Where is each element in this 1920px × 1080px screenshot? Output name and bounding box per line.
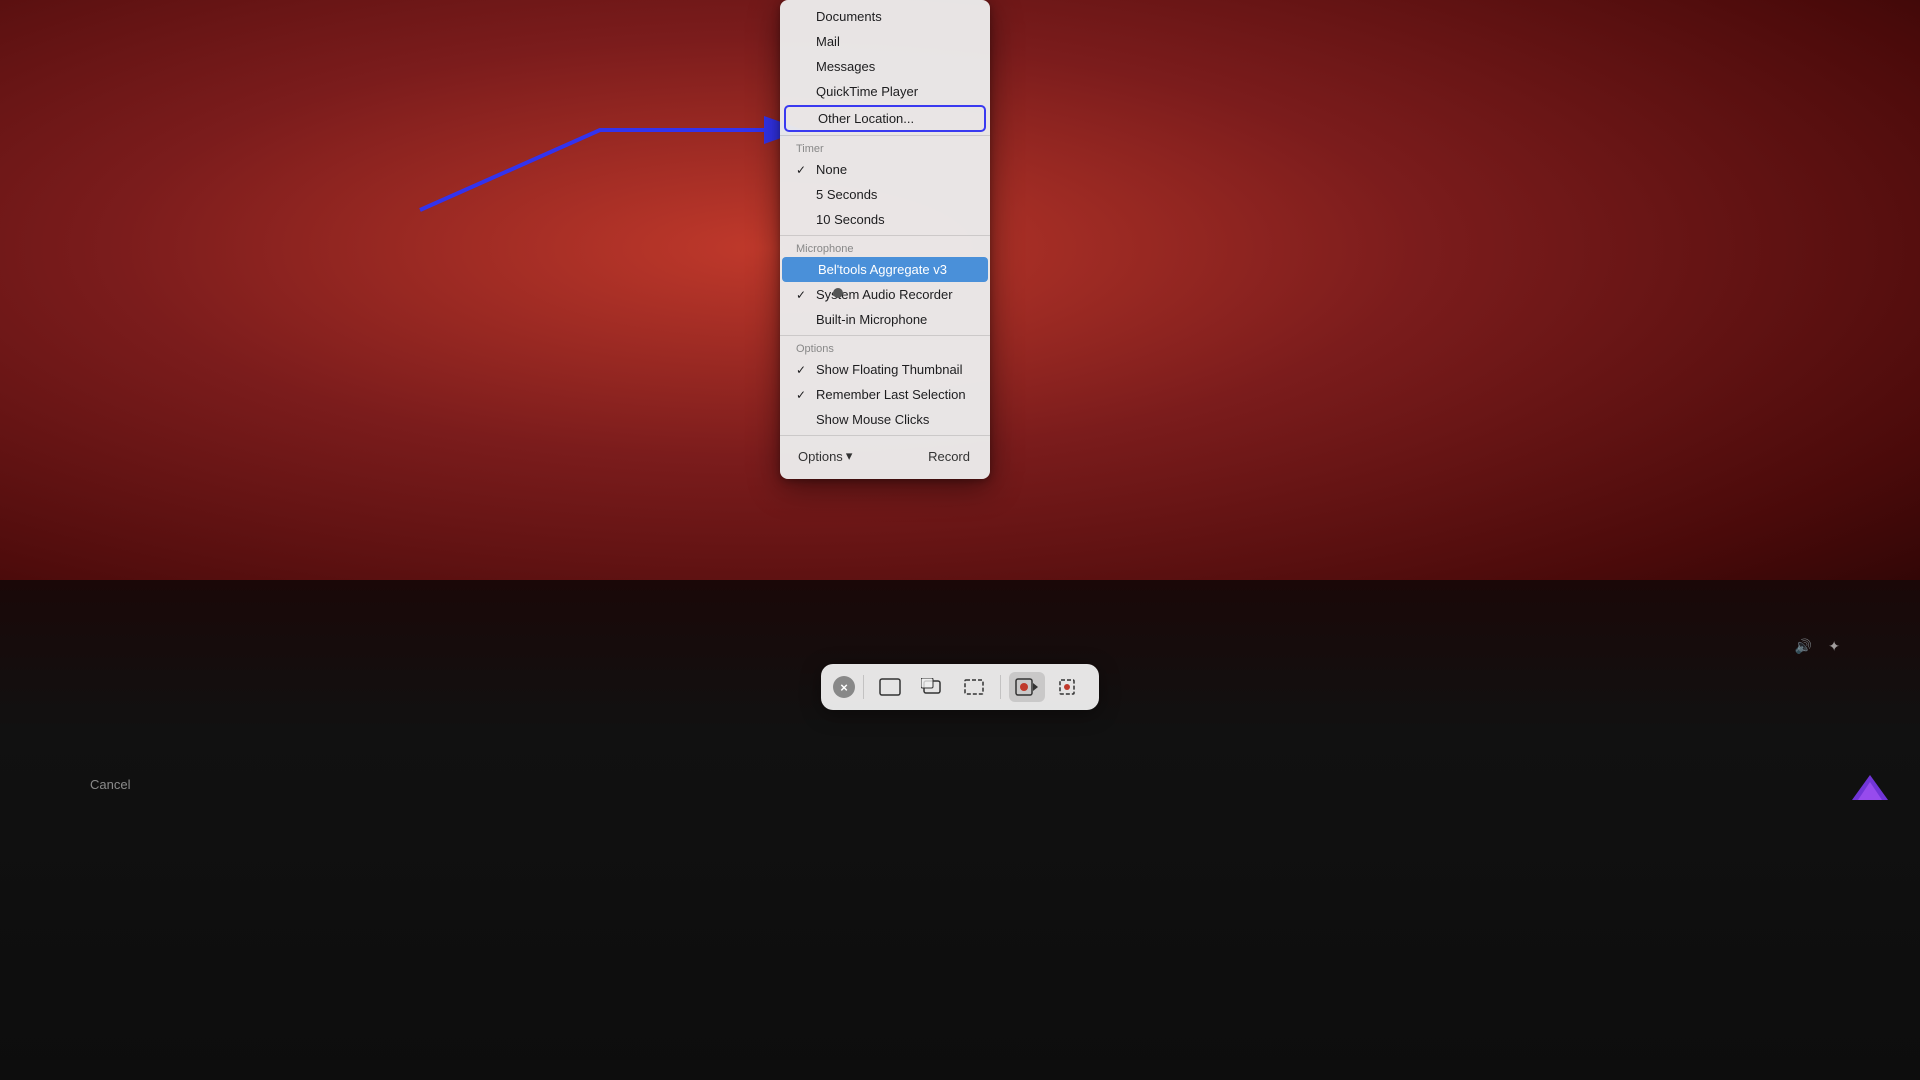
menu-item-show-mouse[interactable]: Show Mouse Clicks — [780, 407, 990, 432]
options-section-label: Options — [780, 339, 990, 357]
record-fullscreen-button[interactable] — [1009, 672, 1045, 702]
menu-item-documents[interactable]: Documents — [780, 4, 990, 29]
menu-item-10seconds[interactable]: 10 Seconds — [780, 207, 990, 232]
capture-selection-button[interactable] — [956, 672, 992, 702]
menu-item-builtin-mic[interactable]: Built-in Microphone — [780, 307, 990, 332]
options-dropdown-button[interactable]: Options ▾ — [788, 443, 862, 469]
check-system-audio: ✓ — [796, 288, 810, 302]
dropdown-menu: Documents Mail Messages QuickTime Player… — [780, 0, 990, 479]
timer-section-label: Timer — [780, 139, 990, 157]
menu-item-messages[interactable]: Messages — [780, 54, 990, 79]
toolbar-separator-2 — [1000, 675, 1001, 699]
check-floating: ✓ — [796, 363, 810, 377]
volume-icon: 🔊 — [1795, 638, 1812, 655]
menu-item-system-audio[interactable]: ✓ System Audio Recorder — [780, 282, 990, 307]
record-button[interactable]: Record — [916, 444, 982, 469]
menu-item-quicktime[interactable]: QuickTime Player — [780, 79, 990, 104]
menu-item-5seconds[interactable]: 5 Seconds — [780, 182, 990, 207]
brand-icon — [1850, 770, 1890, 810]
brightness-icon: ✦ — [1828, 638, 1840, 655]
separator-2 — [780, 235, 990, 236]
background-keyboard — [0, 580, 1920, 1080]
capture-window-button[interactable] — [914, 672, 950, 702]
menu-item-show-floating[interactable]: ✓ Show Floating Thumbnail — [780, 357, 990, 382]
menu-item-other-location[interactable]: Other Location... — [784, 105, 986, 132]
menu-item-bel-tools[interactable]: Bel'tools Aggregate v3 — [782, 257, 988, 282]
check-remember: ✓ — [796, 388, 810, 402]
record-selection-button[interactable] — [1051, 672, 1087, 702]
separator-1 — [780, 135, 990, 136]
toolbar-separator-1 — [863, 675, 864, 699]
check-none: ✓ — [796, 163, 810, 177]
separator-3 — [780, 335, 990, 336]
menu-item-mail[interactable]: Mail — [780, 29, 990, 54]
screen-capture-toolbar: × — [821, 664, 1099, 710]
cursor — [833, 288, 843, 298]
cancel-text: Cancel — [90, 777, 130, 792]
menu-item-remember-selection[interactable]: ✓ Remember Last Selection — [780, 382, 990, 407]
close-button[interactable]: × — [833, 676, 855, 698]
capture-fullscreen-button[interactable] — [872, 672, 908, 702]
menu-item-none[interactable]: ✓ None — [780, 157, 990, 182]
separator-4 — [780, 435, 990, 436]
microphone-section-label: Microphone — [780, 239, 990, 257]
system-status-bar: 🔊 ✦ — [1795, 638, 1840, 655]
